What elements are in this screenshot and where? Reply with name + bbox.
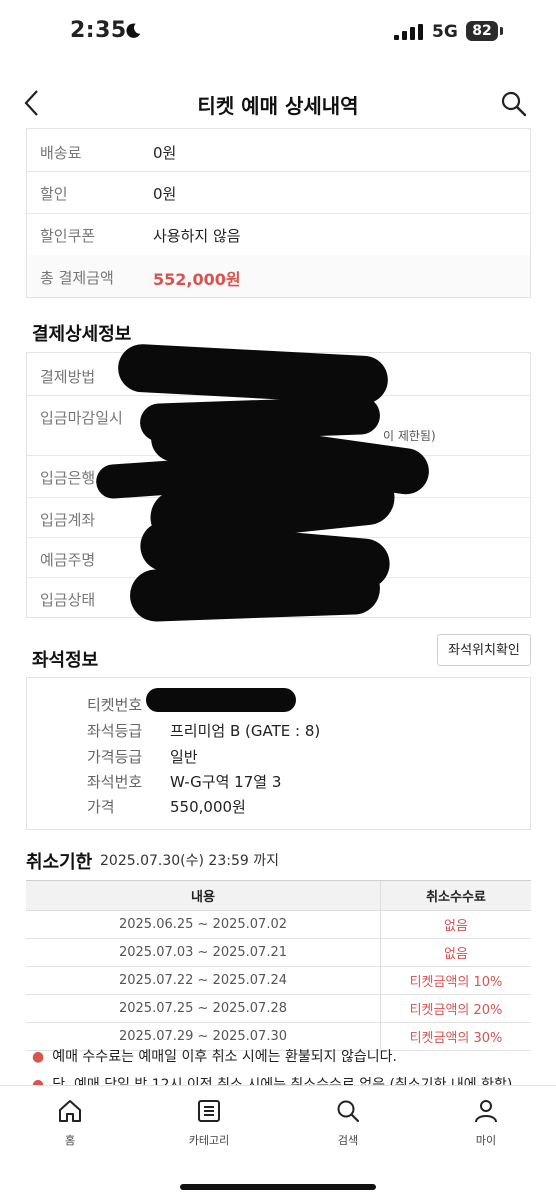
cancel-fee-table: 내용 취소수수료 2025.06.25 ~ 2025.07.02 없음 2025… bbox=[26, 880, 531, 1051]
home-icon bbox=[59, 1100, 81, 1122]
table-header: 취소수수료 bbox=[380, 880, 531, 911]
summary-value: 사용하지 않음 bbox=[153, 227, 241, 245]
fee-cell: 티켓금액의 20% bbox=[380, 994, 531, 1023]
payment-label: 입금은행 bbox=[40, 469, 96, 487]
period-cell: 2025.07.03 ~ 2025.07.21 bbox=[26, 938, 381, 967]
list-icon bbox=[198, 1100, 220, 1122]
total-amount: 552,000원 bbox=[153, 270, 241, 289]
payment-label: 입금마감일시 bbox=[40, 409, 123, 427]
deadline-note: 이 제한됨) bbox=[383, 429, 436, 443]
seat-label: 좌석등급 bbox=[87, 722, 143, 740]
network-type: 5G bbox=[432, 22, 458, 42]
summary-row-total: 총 결제금액 552,000원 bbox=[27, 255, 530, 297]
seat-label: 티켓번호 bbox=[87, 696, 143, 714]
seat-label: 가격등급 bbox=[87, 748, 143, 766]
period-cell: 2025.06.25 ~ 2025.07.02 bbox=[26, 910, 381, 939]
cancel-deadline-title: 취소기한 bbox=[26, 852, 93, 873]
period-cell: 2025.07.22 ~ 2025.07.24 bbox=[26, 966, 381, 995]
table-row: 2025.07.25 ~ 2025.07.28 티켓금액의 20% bbox=[26, 994, 531, 1023]
cancel-note: ● 예매 수수료는 예매일 이후 취소 시에는 환불되지 않습니다. bbox=[32, 1046, 397, 1066]
bullet-icon: ● bbox=[32, 1077, 45, 1085]
tab-label: 마이 bbox=[475, 1134, 497, 1147]
search-icon[interactable] bbox=[500, 90, 528, 118]
seat-info-title: 좌석정보 bbox=[32, 650, 99, 671]
table-row: 2025.06.25 ~ 2025.07.02 없음 bbox=[26, 910, 531, 939]
seat-label: 좌석번호 bbox=[87, 773, 143, 791]
summary-value: 0원 bbox=[153, 185, 177, 203]
seat-number: W-G구역 17열 3 bbox=[170, 773, 282, 791]
tab-home[interactable]: 홈 bbox=[30, 1098, 110, 1148]
seat-location-button[interactable]: 좌석위치확인 bbox=[437, 634, 531, 666]
tab-label: 검색 bbox=[337, 1134, 359, 1147]
seat-price: 550,000원 bbox=[170, 798, 246, 816]
summary-row-discount: 할인 0원 bbox=[27, 171, 530, 214]
cancel-deadline-date: 2025.07.30(수) 23:59 까지 bbox=[100, 853, 279, 869]
redaction-mark bbox=[146, 688, 296, 712]
fee-cell: 없음 bbox=[380, 938, 531, 967]
signal-icon bbox=[394, 24, 423, 40]
note-text: 예매 수수료는 예매일 이후 취소 시에는 환불되지 않습니다. bbox=[52, 1049, 397, 1065]
fee-cell: 티켓금액의 10% bbox=[380, 966, 531, 995]
tab-label: 카테고리 bbox=[188, 1134, 230, 1147]
summary-label: 할인 bbox=[40, 185, 68, 203]
price-grade: 일반 bbox=[170, 748, 198, 766]
summary-label: 총 결제금액 bbox=[40, 269, 114, 287]
tab-label: 홈 bbox=[64, 1134, 76, 1147]
tab-my[interactable]: 마이 bbox=[446, 1098, 526, 1148]
page-title: 티켓 예매 상세내역 bbox=[197, 94, 359, 118]
summary-label: 배송료 bbox=[40, 144, 82, 162]
tab-search[interactable]: 검색 bbox=[308, 1098, 388, 1148]
seat-label: 가격 bbox=[87, 798, 115, 816]
app-bar: 티켓 예매 상세내역 bbox=[0, 78, 556, 128]
summary-row-shipping: 배송료 0원 bbox=[27, 129, 530, 172]
table-header: 내용 bbox=[26, 880, 381, 911]
note-text: 단, 예매 당일 밤 12시 이전 취소 시에는 취소수수료 없음 (취소기한 … bbox=[52, 1077, 513, 1085]
fee-cell: 없음 bbox=[380, 910, 531, 939]
battery-icon: 82 bbox=[466, 21, 498, 41]
fee-cell: 티켓금액의 30% bbox=[380, 1022, 531, 1051]
person-icon bbox=[475, 1100, 497, 1123]
seat-grade: 프리미엄 B (GATE : 8) bbox=[170, 722, 321, 740]
bullet-icon: ● bbox=[32, 1049, 45, 1065]
status-bar: 2:35 5G 82 bbox=[0, 0, 556, 64]
redaction-mark bbox=[129, 561, 381, 623]
payment-summary-box: 배송료 0원 할인 0원 할인쿠폰 사용하지 않음 총 결제금액 552,000… bbox=[26, 128, 531, 298]
table-row: 2025.07.22 ~ 2025.07.24 티켓금액의 10% bbox=[26, 966, 531, 995]
payment-label: 입금상태 bbox=[40, 591, 96, 609]
status-time: 2:35 bbox=[70, 18, 127, 43]
payment-label: 입금계좌 bbox=[40, 511, 96, 529]
summary-row-coupon: 할인쿠폰 사용하지 않음 bbox=[27, 213, 530, 256]
summary-label: 할인쿠폰 bbox=[40, 227, 96, 245]
cancel-note: ● 단, 예매 당일 밤 12시 이전 취소 시에는 취소수수료 없음 (취소기한… bbox=[32, 1074, 532, 1085]
moon-icon bbox=[126, 23, 141, 38]
summary-value: 0원 bbox=[153, 144, 177, 162]
tab-category[interactable]: 카테고리 bbox=[169, 1098, 249, 1148]
search-icon bbox=[337, 1100, 360, 1123]
payment-label: 예금주명 bbox=[40, 551, 96, 569]
home-indicator bbox=[180, 1184, 376, 1190]
payment-detail-title: 결제상세정보 bbox=[32, 324, 132, 345]
period-cell: 2025.07.25 ~ 2025.07.28 bbox=[26, 994, 381, 1023]
payment-label: 결제방법 bbox=[40, 368, 96, 386]
table-row: 2025.07.03 ~ 2025.07.21 없음 bbox=[26, 938, 531, 967]
battery-tip bbox=[500, 27, 503, 35]
